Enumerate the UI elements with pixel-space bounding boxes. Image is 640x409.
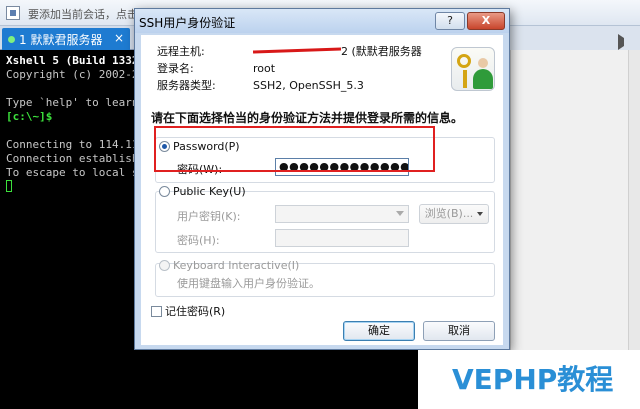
server-type-row: 服务器类型: SSH2, OpenSSH_5.3 [157, 77, 364, 93]
server-type-value: SSH2, OpenSSH_5.3 [253, 79, 364, 92]
radio-unchecked-icon [159, 186, 170, 197]
remote-host-row: 远程主机: 2 (默默君服务器 [157, 43, 422, 59]
password-highlight-box [154, 126, 435, 172]
instruction-text: 请在下面选择恰当的身份验证方法并提供登录所需的信息。 [151, 111, 464, 125]
user-key-label: 用户密钥(K): [177, 210, 241, 223]
keyboard-interactive-description: 使用键盘输入用户身份验证。 [177, 277, 320, 290]
keyboard-interactive-label: Keyboard Interactive(I) [173, 259, 300, 272]
site-watermark: VEPHP教程 [418, 350, 640, 409]
terminal-cursor [6, 180, 12, 192]
browse-button[interactable]: 浏览(B)... [419, 204, 489, 224]
connected-status-icon [8, 36, 15, 43]
dialog-title-bar[interactable]: SSH用户身份验证 ? X [135, 9, 509, 33]
login-label: 登录名: [157, 62, 194, 75]
tab-scroll-arrow-icon[interactable] [510, 26, 640, 50]
cancel-button[interactable]: 取消 [423, 321, 495, 341]
keys-user-icon [451, 47, 495, 91]
passphrase-input[interactable] [275, 229, 409, 247]
dialog-body: 远程主机: 2 (默默君服务器 登录名: root 服务器类型: SSH2, Open… [141, 35, 503, 345]
user-key-select[interactable] [275, 205, 409, 223]
side-panel [510, 50, 640, 350]
tab-server-session[interactable]: 1 默默君服务器 × [2, 28, 130, 50]
remember-password-checkbox[interactable]: 记住密码(R) [151, 303, 225, 319]
tab-close-icon[interactable]: × [114, 31, 124, 45]
login-row: 登录名: root [157, 60, 275, 76]
chevron-down-icon [396, 211, 404, 216]
passphrase-label: 密码(H): [177, 234, 220, 247]
radio-disabled-icon [159, 260, 170, 271]
checkbox-icon [151, 306, 162, 317]
remote-host-value: 2 (默默君服务器 [341, 45, 422, 58]
login-value: root [253, 62, 276, 75]
dialog-title: SSH用户身份验证 [139, 16, 236, 30]
side-panel-scrollbar[interactable] [628, 50, 640, 350]
tab-label: 1 默默君服务器 [19, 33, 103, 47]
ssh-auth-dialog: SSH用户身份验证 ? X 远程主机: 2 (默默君服务器 登录名: root 服务… [134, 8, 510, 350]
add-session-arrow-icon[interactable] [6, 6, 20, 20]
close-button[interactable]: X [467, 12, 505, 30]
remote-host-label: 远程主机: [157, 45, 205, 58]
help-button[interactable]: ? [435, 12, 465, 30]
ok-button[interactable]: 确定 [343, 321, 415, 341]
public-key-radio[interactable]: Public Key(U) [159, 185, 246, 198]
dropdown-arrow-icon [477, 212, 484, 216]
public-key-radio-label: Public Key(U) [173, 185, 246, 198]
redacted-host-mark [252, 47, 342, 54]
server-type-label: 服务器类型: [157, 79, 216, 92]
keyboard-interactive-radio[interactable]: Keyboard Interactive(I) [159, 259, 299, 272]
remember-password-label: 记住密码(R) [165, 305, 226, 318]
